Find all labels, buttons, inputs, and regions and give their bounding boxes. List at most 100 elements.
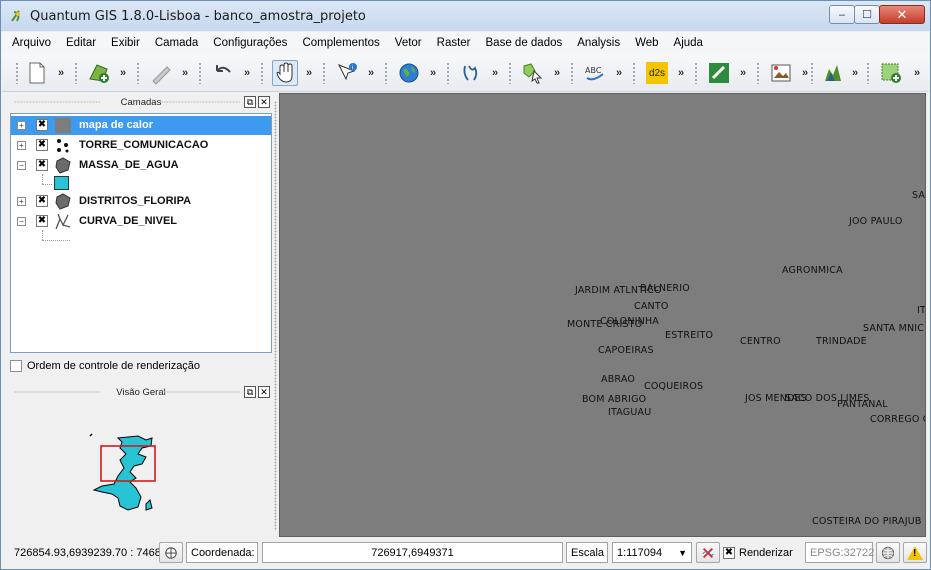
overview-map[interactable] bbox=[10, 402, 272, 532]
add-plugin-icon[interactable] bbox=[878, 60, 904, 86]
toolbar-grip[interactable] bbox=[810, 62, 814, 84]
toolbar-grip[interactable] bbox=[694, 62, 698, 84]
toolbar-grip[interactable] bbox=[198, 62, 202, 84]
toolbar-grip[interactable] bbox=[866, 62, 870, 84]
toolbar-chevron[interactable]: » bbox=[182, 67, 188, 79]
menu-vetor[interactable]: Vetor bbox=[395, 37, 422, 49]
messages-button[interactable]: ! bbox=[903, 542, 927, 563]
globe-icon[interactable] bbox=[396, 60, 422, 86]
toolbar-grip[interactable] bbox=[136, 62, 140, 84]
toolbar-chevron[interactable]: » bbox=[852, 67, 858, 79]
toolbar-chevron[interactable]: » bbox=[306, 67, 312, 79]
coordinate-input[interactable]: 726917,6949371 bbox=[262, 542, 563, 563]
toolbar-chevron[interactable]: » bbox=[120, 67, 126, 79]
layer-visibility-checkbox[interactable]: ✖ bbox=[36, 195, 48, 207]
layer-row-massa-de-agua[interactable]: − ✖ MASSA_DE_AGUA bbox=[11, 156, 271, 175]
map-label: ESTREITO bbox=[665, 330, 714, 341]
layers-dock-close-button[interactable]: ✕ bbox=[258, 96, 270, 108]
scale-combo[interactable]: 1:117094 ▼ bbox=[612, 542, 692, 563]
layers-tree[interactable]: + ✖ mapa de calor + ✖ TORRE_COMUNICACAO … bbox=[10, 113, 272, 353]
dock-splitter[interactable] bbox=[274, 101, 277, 531]
expand-toggle[interactable]: + bbox=[17, 197, 26, 206]
crs-status[interactable]: EPSG:32722 bbox=[805, 542, 874, 563]
layer-row-torre-comunicacao[interactable]: + ✖ TORRE_COMUNICACAO bbox=[11, 136, 271, 155]
select-icon[interactable] bbox=[520, 60, 546, 86]
tree-line bbox=[42, 174, 43, 184]
toolbar-grip[interactable] bbox=[322, 62, 326, 84]
toolbar-chevron[interactable]: » bbox=[554, 67, 560, 79]
menu-base-de-dados[interactable]: Base de dados bbox=[486, 37, 563, 49]
toolbar-chevron[interactable]: » bbox=[616, 67, 622, 79]
edit-pencil-icon[interactable] bbox=[148, 60, 174, 86]
toolbar-chevron[interactable]: » bbox=[740, 67, 746, 79]
menu-arquivo[interactable]: Arquivo bbox=[12, 37, 51, 49]
toolbar-chevron[interactable]: » bbox=[492, 67, 498, 79]
close-button[interactable]: ✕ bbox=[879, 5, 925, 24]
stop-render-button[interactable] bbox=[696, 542, 720, 563]
toolbar-chevron[interactable]: » bbox=[244, 67, 250, 79]
layer-visibility-checkbox[interactable]: ✖ bbox=[36, 159, 48, 171]
menu-configuracoes[interactable]: Configurações bbox=[213, 37, 287, 49]
toolbar-chevron[interactable]: » bbox=[58, 67, 64, 79]
toolbar-chevron[interactable]: » bbox=[430, 67, 436, 79]
menu-exibir[interactable]: Exibir bbox=[111, 37, 140, 49]
layer-visibility-checkbox[interactable]: ✖ bbox=[36, 215, 48, 227]
undo-icon[interactable] bbox=[210, 60, 236, 86]
toolbar-chevron[interactable]: » bbox=[678, 67, 684, 79]
render-order-checkbox[interactable] bbox=[10, 360, 22, 372]
toolbar-grip[interactable] bbox=[632, 62, 636, 84]
overview-dock-float-button[interactable]: ⧉ bbox=[244, 386, 256, 398]
dock-grip bbox=[160, 391, 240, 393]
identify-icon[interactable]: i bbox=[334, 60, 360, 86]
toolbar-grip[interactable] bbox=[74, 62, 78, 84]
new-project-icon[interactable] bbox=[24, 60, 50, 86]
layer-visibility-checkbox[interactable]: ✖ bbox=[36, 119, 48, 131]
minimize-button[interactable]: ‒ bbox=[829, 5, 855, 24]
layers-dock-float-button[interactable]: ⧉ bbox=[244, 96, 256, 108]
collapse-toggle[interactable]: − bbox=[17, 217, 26, 226]
overview-dock-title: Visão Geral bbox=[116, 386, 166, 398]
toolbar-chevron[interactable]: » bbox=[368, 67, 374, 79]
toolbar-grip[interactable] bbox=[756, 62, 760, 84]
image-icon[interactable] bbox=[768, 60, 794, 86]
render-checkbox[interactable]: ✖ bbox=[723, 546, 735, 559]
collapse-toggle[interactable]: − bbox=[17, 161, 26, 170]
layer-row-distritos-floripa[interactable]: + ✖ DISTRITOS_FLORIPA bbox=[11, 192, 271, 211]
render-order-control[interactable]: Ordem de controle de renderização bbox=[10, 360, 200, 372]
spellcheck-icon[interactable]: ABC bbox=[582, 60, 608, 86]
expand-toggle[interactable]: + bbox=[17, 141, 26, 150]
toolbar-grip[interactable] bbox=[446, 62, 450, 84]
overview-dock-close-button[interactable]: ✕ bbox=[258, 386, 270, 398]
expand-toggle[interactable]: + bbox=[17, 121, 26, 130]
plugin-icon[interactable] bbox=[820, 60, 846, 86]
crs-button[interactable] bbox=[876, 542, 900, 563]
python-icon[interactable] bbox=[706, 60, 732, 86]
menu-raster[interactable]: Raster bbox=[437, 37, 471, 49]
map-canvas[interactable]: SA JOO PAULO AGRONMICA JARDIM ATLNTICO B… bbox=[279, 93, 926, 537]
digitize-icon[interactable] bbox=[458, 60, 484, 86]
toolbar-grip[interactable] bbox=[570, 62, 574, 84]
add-layer-icon[interactable] bbox=[86, 60, 112, 86]
toolbar-chevron[interactable]: » bbox=[802, 67, 808, 79]
maximize-button[interactable]: ☐ bbox=[854, 5, 880, 24]
render-toggle[interactable]: ✖ Renderizar bbox=[723, 542, 793, 563]
layer-row-mapa-de-calor[interactable]: + ✖ mapa de calor bbox=[11, 116, 271, 135]
menu-analysis[interactable]: Analysis bbox=[577, 37, 620, 49]
coordinate-capture-icon bbox=[165, 546, 177, 559]
coords-toggle-button[interactable] bbox=[159, 542, 183, 563]
toolbar-grip[interactable] bbox=[15, 62, 19, 84]
menu-web[interactable]: Web bbox=[635, 37, 658, 49]
menu-editar[interactable]: Editar bbox=[66, 37, 96, 49]
toolbar-chevron[interactable]: » bbox=[914, 67, 920, 79]
layer-row-curva-de-nivel[interactable]: − ✖ CURVA_DE_NIVEL bbox=[11, 212, 271, 231]
pan-hand-icon[interactable] bbox=[272, 60, 298, 86]
menu-ajuda[interactable]: Ajuda bbox=[674, 37, 703, 49]
toolbar-grip[interactable] bbox=[384, 62, 388, 84]
layer-visibility-checkbox[interactable]: ✖ bbox=[36, 139, 48, 151]
d2s-icon[interactable]: d2s bbox=[644, 60, 670, 86]
toolbar-grip[interactable] bbox=[508, 62, 512, 84]
toolbar-grip[interactable] bbox=[260, 62, 264, 84]
menu-camada[interactable]: Camada bbox=[155, 37, 198, 49]
projection-globe-icon bbox=[881, 546, 895, 559]
menu-complementos[interactable]: Complementos bbox=[302, 37, 379, 49]
